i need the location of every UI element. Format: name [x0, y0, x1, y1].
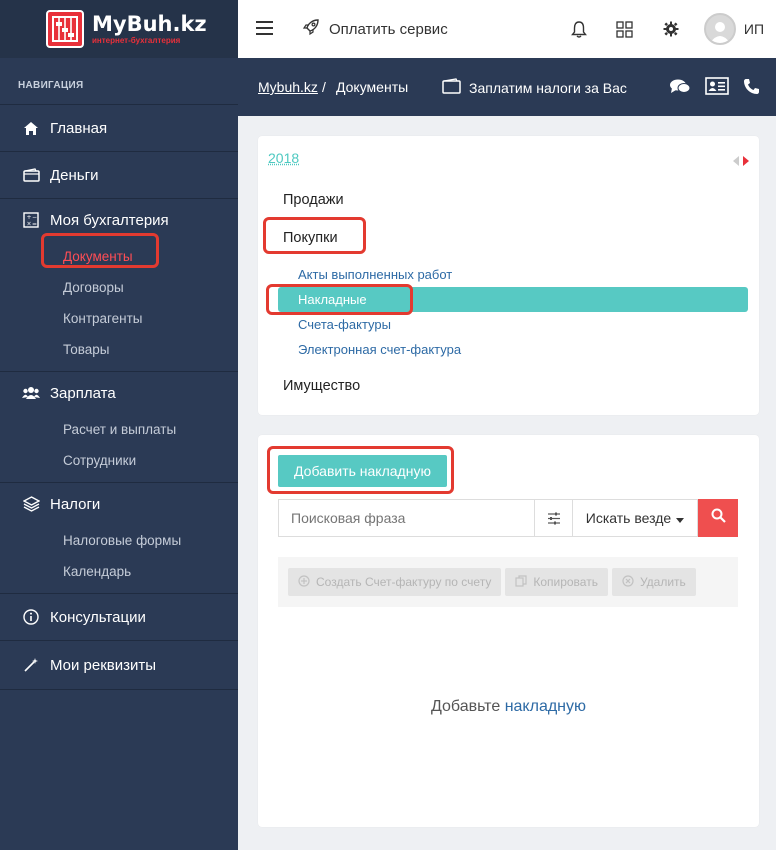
sidebar-item-money[interactable]: Деньги — [0, 152, 238, 198]
copy-button[interactable]: Копировать — [505, 568, 608, 596]
search-bar: Искать везде — [278, 499, 738, 537]
sidebar-item-label: Деньги — [50, 166, 99, 184]
highlight-box — [41, 233, 159, 268]
search-scope-dropdown[interactable]: Искать везде — [572, 499, 698, 537]
copy-icon — [515, 574, 527, 590]
sidebar-sub-tax-forms[interactable]: Налоговые формы — [0, 525, 238, 556]
user-initials[interactable]: ИП — [744, 21, 764, 37]
empty-state-add-link[interactable]: накладную — [505, 698, 586, 715]
tax-service-label: Заплатим налоги за Вас — [469, 79, 627, 96]
sidebar-sub-calendar[interactable]: Календарь — [0, 556, 238, 587]
nav-heading: НАВИГАЦИЯ — [18, 80, 84, 91]
sidebar-item-label: Мои реквизиты — [50, 656, 157, 674]
sidebar-item-label: Зарплата — [50, 384, 116, 402]
rocket-icon — [302, 18, 320, 40]
filter-sliders-icon[interactable] — [534, 499, 572, 537]
search-button[interactable] — [698, 499, 738, 537]
breadcrumb: Mybuh.kz / Документы Заплатим налоги за … — [238, 58, 776, 116]
sidebar-item-label: Моя бухгалтерия — [50, 211, 169, 229]
tax-service-link[interactable]: Заплатим налоги за Вас — [442, 78, 627, 97]
svg-text:×: × — [27, 221, 32, 228]
create-invoice-label: Создать Счет-фактуру по счету — [316, 575, 492, 589]
breadcrumb-separator: / — [322, 79, 326, 95]
sidebar: MyBuh.kz интернет-бухгалтерия НАВИГАЦИЯ … — [0, 0, 238, 850]
documents-list-card: Добавить накладную Искать везде Создать … — [258, 435, 759, 827]
contact-card-icon[interactable] — [705, 77, 729, 98]
home-icon — [22, 119, 40, 137]
sidebar-sub-employees[interactable]: Сотрудники — [0, 445, 238, 476]
year-selector[interactable]: 2018 — [268, 150, 299, 166]
close-circle-icon — [622, 574, 634, 590]
logo[interactable]: MyBuh.kz интернет-бухгалтерия — [0, 0, 238, 58]
layers-icon — [22, 495, 40, 513]
documents-nav-card: 2018 Продажи Покупки Акты выполненных ра… — [258, 136, 759, 415]
sidebar-item-consultations[interactable]: Консультации — [0, 594, 238, 640]
sidebar-sub-counterparties[interactable]: Контрагенты — [0, 303, 238, 334]
category-sales[interactable]: Продажи — [283, 192, 344, 208]
delete-button[interactable]: Удалить — [611, 568, 696, 596]
svg-text:=: = — [32, 221, 37, 228]
search-input[interactable] — [278, 499, 534, 537]
breadcrumb-current: Документы — [336, 79, 409, 95]
caret-down-icon — [676, 510, 685, 526]
sidebar-item-salary[interactable]: Зарплата — [0, 372, 238, 414]
sidebar-sub-contracts[interactable]: Договоры — [0, 272, 238, 303]
sidebar-sub-payroll[interactable]: Расчет и выплаты — [0, 414, 238, 445]
highlight-box — [267, 446, 454, 494]
users-icon — [22, 384, 40, 402]
list-toolbar: Создать Счет-фактуру по счету Копировать… — [278, 557, 738, 607]
category-property[interactable]: Имущество — [283, 378, 360, 394]
magic-wand-icon — [22, 656, 40, 674]
delete-label: Удалить — [639, 575, 686, 589]
sub-acts[interactable]: Акты выполненных работ — [298, 267, 452, 282]
next-year-icon[interactable] — [743, 153, 749, 171]
pay-service-label: Оплатить сервис — [329, 20, 448, 38]
abacus-logo-icon — [46, 10, 84, 48]
sidebar-item-label: Главная — [50, 119, 108, 137]
sidebar-item-taxes[interactable]: Налоги — [0, 483, 238, 525]
avatar[interactable] — [703, 13, 736, 45]
search-icon — [711, 508, 726, 528]
brand-tagline: интернет-бухгалтерия — [92, 35, 181, 45]
sub-tax-invoices[interactable]: Счета-фактуры — [298, 317, 391, 332]
sidebar-item-label: Консультации — [50, 608, 146, 626]
empty-state-message: Добавьте накладную — [258, 698, 759, 716]
pay-service-link[interactable]: Оплатить сервис — [302, 18, 448, 40]
calculator-icon: + − × = — [22, 211, 40, 229]
sub-e-invoice[interactable]: Электронная счет-фактура — [298, 342, 461, 357]
create-invoice-button[interactable]: Создать Счет-фактуру по счету — [288, 568, 502, 596]
chat-icon[interactable] — [669, 78, 691, 98]
info-icon — [22, 608, 40, 626]
breadcrumb-home-link[interactable]: Mybuh.kz — [258, 79, 318, 95]
copy-label: Копировать — [533, 575, 598, 589]
menu-toggle-icon[interactable] — [256, 21, 273, 35]
plus-circle-icon — [298, 574, 310, 590]
search-scope-label: Искать везде — [585, 510, 672, 526]
wallet-icon — [442, 78, 461, 97]
apps-grid-icon[interactable] — [602, 20, 648, 38]
wallet-icon — [22, 166, 40, 184]
phone-icon[interactable] — [743, 78, 760, 98]
highlight-box — [263, 217, 366, 254]
bell-icon[interactable] — [556, 20, 602, 38]
highlight-box — [266, 284, 413, 315]
prev-year-icon[interactable] — [733, 153, 739, 171]
sidebar-sub-goods[interactable]: Товары — [0, 334, 238, 365]
top-header: Оплатить сервис ИП — [238, 0, 776, 58]
empty-state-text: Добавьте — [430, 698, 501, 715]
gear-icon[interactable] — [648, 21, 694, 37]
sidebar-item-requisites[interactable]: Мои реквизиты — [0, 641, 238, 689]
sidebar-item-home[interactable]: Главная — [0, 105, 238, 151]
brand-name: MyBuh.kz — [92, 11, 207, 36]
sidebar-item-label: Налоги — [50, 495, 101, 513]
